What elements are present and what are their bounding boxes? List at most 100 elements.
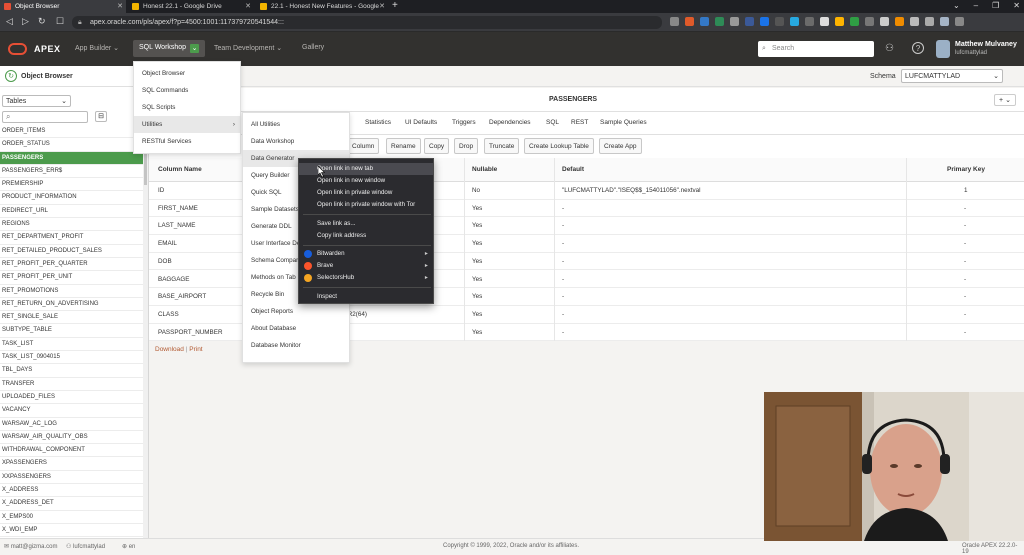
rename-button[interactable]: Rename (386, 138, 421, 154)
reload-icon[interactable]: ↻ (38, 16, 46, 27)
ctx-inspect[interactable]: Inspect (299, 291, 433, 303)
extension-icon[interactable] (850, 17, 859, 26)
help-icon[interactable]: ? (912, 42, 924, 54)
close-window-icon[interactable]: ✕ (1013, 1, 1020, 10)
object-list-item[interactable]: RET_PROFIT_PER_UNIT (0, 271, 143, 285)
object-list-item[interactable]: PRODUCT_INFORMATION (0, 191, 143, 205)
extension-icon[interactable] (880, 17, 889, 26)
extension-icon[interactable] (865, 17, 874, 26)
utilities-item-database-monitor[interactable]: Database Monitor (243, 337, 349, 354)
tab-sample-queries[interactable]: Sample Queries (600, 119, 647, 126)
object-list-item[interactable]: XPASSENGERS (0, 457, 143, 471)
create-object-button[interactable]: + ⌄ (994, 94, 1016, 106)
object-list-item[interactable]: RET_RETURN_ON_ADVERTISING (0, 298, 143, 312)
nav-sql-workshop[interactable]: SQL Workshop ⌄ (133, 40, 206, 57)
extension-icon[interactable] (715, 17, 724, 26)
menu-item-utilities[interactable]: Utilities › (134, 116, 240, 133)
ctx-bitwarden[interactable]: Bitwarden ▸ (299, 248, 433, 260)
utilities-item-data-workshop[interactable]: Data Workshop (243, 133, 349, 150)
ctx-brave[interactable]: Brave ▸ (299, 260, 433, 272)
object-list-item[interactable]: XXPASSENGERS (0, 471, 143, 485)
menu-item-restful-services[interactable]: RESTful Services (134, 133, 240, 150)
apex-logo-icon[interactable] (8, 43, 27, 55)
extension-icon[interactable] (760, 17, 769, 26)
extension-icon[interactable] (820, 17, 829, 26)
ctx-copy-link-address[interactable]: Copy link address (299, 230, 433, 242)
column-header-primary-key[interactable]: Primary Key (947, 166, 985, 173)
add-column-button[interactable]: Column (347, 138, 380, 154)
tab-rest[interactable]: REST (571, 119, 588, 126)
tab-search-icon[interactable]: ⌄ (953, 1, 960, 10)
extension-icon[interactable] (895, 17, 904, 26)
object-filter-input[interactable]: ⌕ (2, 111, 88, 123)
extension-icon[interactable] (790, 17, 799, 26)
browser-tab-drive[interactable]: Honest 22.1 - Google Drive ✕ (128, 0, 254, 13)
avatar[interactable] (936, 40, 950, 58)
extension-icon[interactable] (775, 17, 784, 26)
object-list-item[interactable]: UPLOADED_FILES (0, 391, 143, 405)
brave-shield-icon[interactable] (685, 17, 694, 26)
profile-icon[interactable] (940, 17, 949, 26)
object-list-item[interactable]: RET_SINGLE_SALE (0, 311, 143, 325)
url-field[interactable]: 🔒︎ apex.oracle.com/pls/apex/f?p=4500:100… (72, 16, 662, 29)
nav-team-development[interactable]: Team Development ⌄ (214, 44, 282, 52)
close-tab-icon[interactable]: ✕ (379, 2, 385, 10)
maximize-icon[interactable]: ❐ (992, 1, 999, 10)
column-header-nullable[interactable]: Nullable (472, 166, 497, 173)
search-input[interactable]: ⌕ Search (758, 41, 874, 57)
forward-icon[interactable]: ▷ (22, 16, 29, 27)
object-list-item[interactable]: PREMIERSHIP (0, 178, 143, 192)
tab-triggers[interactable]: Triggers (452, 119, 476, 126)
utilities-item-all-utilities[interactable]: All Utilities (243, 116, 349, 133)
menu-item-sql-scripts[interactable]: SQL Scripts (134, 99, 240, 116)
object-list-item[interactable]: SUBTYPE_TABLE (0, 324, 143, 338)
download-link[interactable]: Download (155, 346, 184, 353)
close-tab-icon[interactable]: ✕ (245, 2, 251, 10)
ctx-selectorshub[interactable]: SelectorsHub ▸ (299, 272, 433, 284)
object-list-item[interactable]: REDIRECT_URL (0, 205, 143, 219)
column-header-default[interactable]: Default (562, 166, 584, 173)
footer-language[interactable]: ⊕ en (122, 543, 135, 550)
minimize-icon[interactable]: – (974, 1, 978, 10)
object-list-item[interactable]: TRANSFER (0, 378, 143, 391)
ctx-open-private-window[interactable]: Open link in private window (299, 187, 433, 199)
extension-icon[interactable] (805, 17, 814, 26)
object-list-item[interactable]: PASSENGERS_ERR$ (0, 165, 143, 179)
sidebar-icon[interactable] (925, 17, 934, 26)
create-lookup-table-button[interactable]: Create Lookup Table (524, 138, 594, 154)
truncate-button[interactable]: Truncate (484, 138, 520, 154)
tab-dependencies[interactable]: Dependencies (489, 119, 531, 126)
object-list-item[interactable]: PASSENGERS (0, 151, 143, 165)
object-list-item[interactable]: REGIONS (0, 218, 143, 232)
object-list-item[interactable]: WARSAW_AC_LOG (0, 418, 143, 431)
nav-app-builder[interactable]: App Builder ⌄ (75, 44, 119, 52)
utilities-item-about-database[interactable]: About Database (243, 320, 349, 337)
extension-icon[interactable] (745, 17, 754, 26)
object-list-item[interactable]: X_EMPS00 (0, 511, 143, 524)
filter-options-button[interactable]: ⊟ (95, 111, 107, 122)
object-list-item[interactable]: TASK_LIST_0904015 (0, 351, 143, 365)
menu-item-sql-commands[interactable]: SQL Commands (134, 82, 240, 99)
ctx-save-link-as[interactable]: Save link as... (299, 218, 433, 230)
object-list-item[interactable]: X_ADDRESS (0, 484, 143, 498)
object-list-item[interactable]: TASK_LIST (0, 338, 143, 352)
nav-gallery[interactable]: Gallery (302, 44, 324, 51)
object-list-scrollbar[interactable] (143, 125, 148, 538)
extensions-puzzle-icon[interactable] (910, 17, 919, 26)
browser-tab-object-browser[interactable]: Object Browser ✕ (0, 0, 126, 13)
tab-statistics[interactable]: Statistics (365, 119, 391, 126)
utilities-item-object-reports[interactable]: Object Reports (243, 303, 349, 320)
administration-icon[interactable]: ⚇ (885, 43, 894, 54)
drop-button[interactable]: Drop (454, 138, 479, 154)
object-list-item[interactable]: VACANCY (0, 404, 143, 418)
share-icon[interactable] (670, 17, 679, 26)
menu-item-object-browser[interactable]: Object Browser (134, 65, 240, 82)
object-list-item[interactable]: RET_PROFIT_PER_QUARTER (0, 258, 143, 272)
object-list-item[interactable]: X_WDI_EMP (0, 524, 143, 538)
object-list-item[interactable]: RET_DEPARTMENT_PROFIT (0, 231, 143, 245)
refresh-icon[interactable]: ↻ (5, 70, 17, 82)
column-header-name[interactable]: Column Name (158, 166, 202, 173)
object-list-item[interactable]: RET_PROMOTIONS (0, 285, 143, 298)
new-tab-icon[interactable]: + (392, 0, 398, 11)
object-type-select[interactable]: Tables ⌄ (2, 95, 71, 107)
